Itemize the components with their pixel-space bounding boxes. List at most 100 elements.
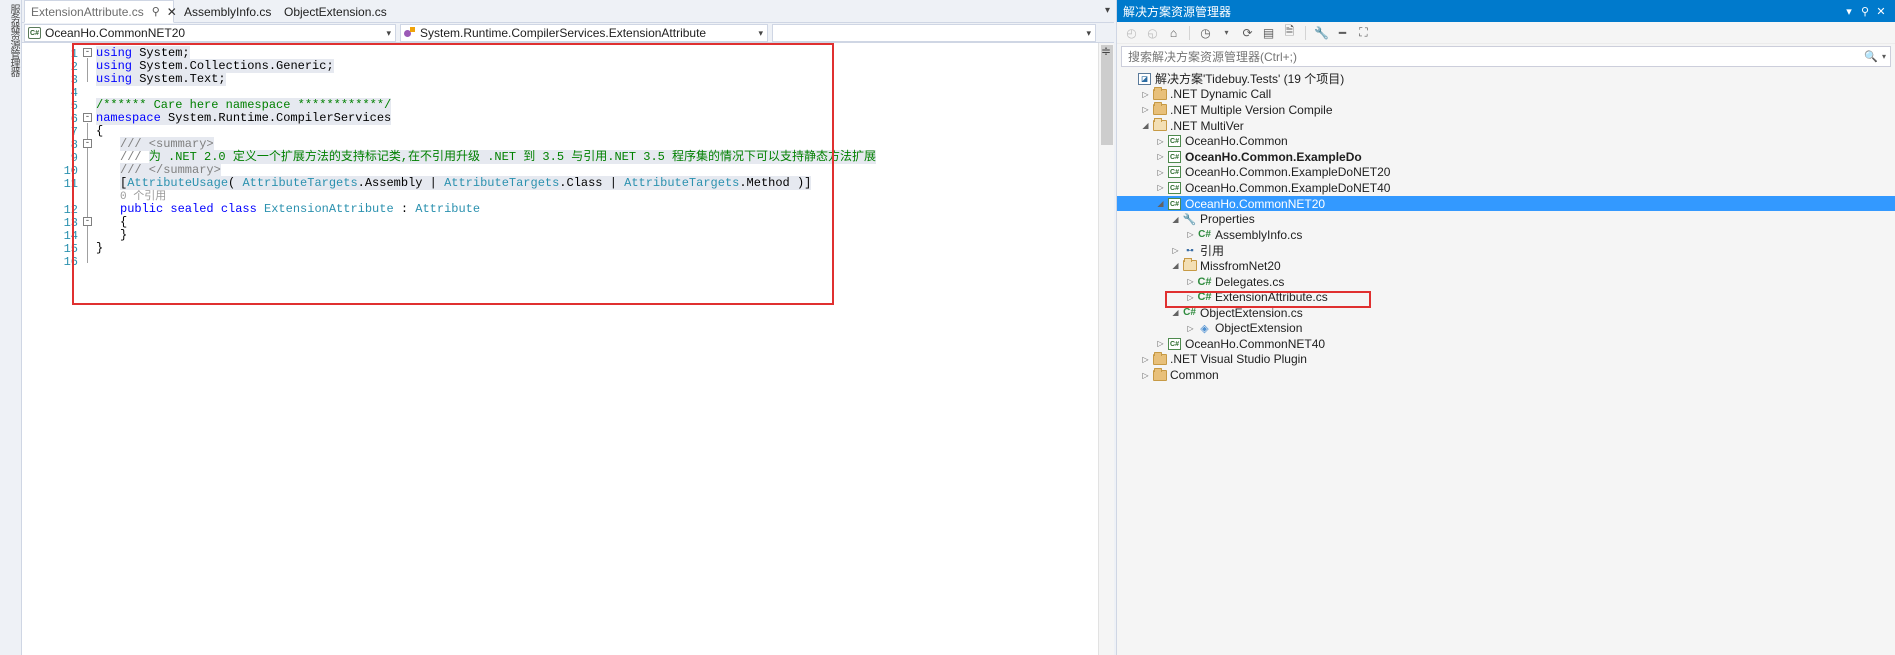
pending-changes-icon[interactable]: ◷ — [1197, 24, 1214, 41]
split-view-handle[interactable]: ≑ — [1099, 44, 1113, 60]
tree-node[interactable]: ▷ ▪-▪ 引用 — [1117, 243, 1895, 259]
line-number: 11 — [63, 177, 78, 191]
csharp-file-icon: C# — [1198, 229, 1211, 241]
home-icon[interactable]: ⌂ — [1165, 24, 1182, 41]
scrollbar-thumb[interactable] — [1101, 45, 1113, 145]
forward-icon[interactable]: ◵ — [1144, 24, 1161, 41]
view-designer-icon[interactable]: ⛶ — [1355, 24, 1372, 41]
tree-node[interactable]: ▷ .NET Visual Studio Plugin — [1117, 351, 1895, 368]
expand-arrow-icon[interactable]: ▷ — [1140, 90, 1151, 99]
tab-assemblyinfo-cs[interactable]: AssemblyInfo.cs — [178, 0, 277, 23]
project-combo[interactable]: C# OceanHo.CommonNET20 ▾ — [24, 24, 396, 42]
collapse-arrow-icon[interactable]: ◢ — [1155, 199, 1166, 208]
fold-marker-doccomment[interactable]: - — [83, 139, 92, 148]
close-icon[interactable]: ✕ — [1873, 5, 1889, 18]
tree-node[interactable]: ◢ C# OceanHo.CommonNET20 — [1117, 195, 1895, 212]
expand-arrow-icon[interactable]: ▷ — [1155, 152, 1166, 161]
pin-icon[interactable]: ⚲ — [1857, 5, 1873, 18]
tree-node[interactable]: ▷ C# AssemblyInfo.cs — [1117, 227, 1895, 243]
solution-tree[interactable]: ◪ 解决方案'Tidebuy.Tests' (19 个项目) ▷ .NET Dynam… — [1117, 69, 1895, 655]
collapse-arrow-icon[interactable]: ◢ — [1170, 308, 1181, 317]
tree-node[interactable]: ◢ MissfromNet20 — [1117, 258, 1895, 274]
solution-explorer-search[interactable]: 🔍 ▾ — [1121, 46, 1891, 67]
collapse-arrow-icon[interactable]: ◢ — [1170, 261, 1181, 270]
chevron-down-icon[interactable]: ▾ — [386, 28, 391, 39]
tree-node[interactable]: ◢ C# ObjectExtension.cs — [1117, 305, 1895, 321]
expand-arrow-icon[interactable]: ▷ — [1185, 324, 1196, 333]
refresh-icon[interactable]: ⟳ — [1239, 24, 1256, 41]
tree-node[interactable]: ◢ .NET MultiVer — [1117, 118, 1895, 134]
tree-node[interactable]: ▷ C# OceanHo.Common.ExampleDoNET20 — [1117, 165, 1895, 181]
expand-arrow-icon[interactable]: ▷ — [1155, 339, 1166, 348]
expand-arrow-icon[interactable]: ▷ — [1140, 371, 1151, 380]
chevron-down-icon[interactable]: ▾ — [1086, 28, 1091, 39]
folder-icon — [1152, 102, 1167, 116]
line-number: 14 — [63, 229, 78, 243]
member-combo[interactable]: ▾ — [772, 24, 1096, 42]
tab-extensionattribute-cs[interactable]: ExtensionAttribute.cs ⚲ ✕ — [24, 0, 177, 23]
editor-tabstrip: ExtensionAttribute.cs ⚲ ✕ AssemblyInfo.c… — [22, 0, 1114, 23]
chevron-down-icon[interactable]: ▾ — [1882, 52, 1886, 61]
chevron-down-icon[interactable]: ▾ — [758, 28, 763, 39]
tree-node[interactable]: ▷ C# Delegates.cs — [1117, 274, 1895, 290]
code-editor-surface[interactable]: 1 2 3 4 5 6 7 8 9 10 11 12 13 14 15 16 -… — [22, 43, 1114, 655]
expand-arrow-icon[interactable]: ▷ — [1185, 230, 1196, 239]
chevron-down-icon[interactable]: ▾ — [1105, 5, 1110, 16]
expand-arrow-icon[interactable]: ▷ — [1155, 183, 1166, 192]
csharp-file-icon: C# — [1181, 307, 1198, 318]
line-number: 10 — [63, 164, 78, 178]
back-icon[interactable]: ◴ — [1123, 24, 1140, 41]
search-input[interactable] — [1126, 48, 1861, 65]
properties-wrench-icon: 🔧 — [1182, 213, 1197, 226]
type-combo[interactable]: System.Runtime.CompilerServices.Extensio… — [400, 24, 768, 42]
tree-node-label: OceanHo.Common.ExampleDoNET20 — [1185, 165, 1391, 180]
tree-node[interactable]: ▷ C# ExtensionAttribute.cs — [1117, 289, 1895, 305]
preview-selected-items-icon[interactable]: ━ — [1334, 24, 1351, 41]
collapse-arrow-icon[interactable]: ◢ — [1140, 121, 1151, 130]
tree-node[interactable]: ▷ C# OceanHo.Common.ExampleDo — [1117, 149, 1895, 165]
solution-explorer-panel: 解决方案资源管理器 ▾ ⚲ ✕ ◴ ◵ ⌂ ◷ ▾ ⟳ ▤ 🗎 🔧 ━ ⛶ 🔍 … — [1116, 0, 1895, 655]
tree-node[interactable]: ◪ 解决方案'Tidebuy.Tests' (19 个项目) — [1117, 71, 1895, 87]
tab-objectextension-cs[interactable]: ObjectExtension.cs — [278, 0, 393, 23]
expand-arrow-icon[interactable]: ▷ — [1140, 355, 1151, 364]
expand-arrow-icon[interactable]: ▷ — [1185, 277, 1196, 286]
properties-icon[interactable]: 🔧 — [1313, 24, 1330, 41]
expand-arrow-icon[interactable]: ▷ — [1170, 246, 1181, 255]
tree-node-label: .NET Dynamic Call — [1170, 87, 1272, 102]
pin-icon[interactable]: ⚲ — [152, 5, 160, 18]
server-explorer-strip[interactable]: 服务器资源管理器 — [0, 0, 22, 655]
show-all-files-icon[interactable]: 🗎 — [1281, 24, 1298, 41]
tree-node[interactable]: ▷ .NET Multiple Version Compile — [1117, 102, 1895, 118]
paren: ( — [228, 176, 243, 190]
tree-node[interactable]: ▷ C# OceanHo.Common.ExampleDoNET40 — [1117, 180, 1895, 196]
search-icon[interactable]: 🔍 — [1864, 50, 1878, 63]
close-icon[interactable]: ✕ — [167, 5, 177, 19]
tree-node[interactable]: ▷ ◈ ObjectExtension — [1117, 321, 1895, 337]
expand-arrow-icon[interactable]: ▷ — [1185, 293, 1196, 302]
pending-changes-dropdown-icon[interactable]: ▾ — [1218, 24, 1235, 41]
line-number: 16 — [63, 255, 78, 269]
csharp-file-icon: C# — [1196, 229, 1213, 240]
attribute-targets-type: AttributeTargets — [242, 176, 358, 190]
csharp-project-icon: C# — [1168, 197, 1181, 210]
collapse-all-icon[interactable]: ▤ — [1260, 24, 1277, 41]
editor-vertical-scrollbar[interactable] — [1098, 43, 1114, 655]
expand-arrow-icon[interactable]: ▷ — [1155, 137, 1166, 146]
attribute-targets-type: AttributeTargets — [444, 176, 560, 190]
tree-node[interactable]: ◢ 🔧 Properties — [1117, 211, 1895, 227]
tree-node[interactable]: ▷ C# OceanHo.Common — [1117, 133, 1895, 149]
collapse-arrow-icon[interactable]: ◢ — [1170, 215, 1181, 224]
expand-arrow-icon[interactable]: ▷ — [1155, 168, 1166, 177]
tree-node[interactable]: ▷ Common — [1117, 367, 1895, 383]
fold-marker-class[interactable]: - — [83, 217, 92, 226]
tree-node[interactable]: ▷ .NET Dynamic Call — [1117, 86, 1895, 103]
folder-open-icon — [1182, 258, 1197, 272]
fold-marker-namespace[interactable]: - — [83, 113, 92, 122]
chevron-down-icon[interactable]: ▾ — [1841, 5, 1857, 18]
expand-arrow-icon[interactable]: ▷ — [1140, 105, 1151, 114]
tree-node[interactable]: ▷ C# OceanHo.CommonNET40 — [1117, 336, 1895, 352]
type-combo-value: System.Runtime.CompilerServices.Extensio… — [420, 26, 707, 40]
tree-node-label: .NET MultiVer — [1170, 118, 1244, 133]
tree-node-label: Common — [1170, 368, 1219, 383]
fold-marker-usings[interactable]: - — [83, 48, 92, 57]
